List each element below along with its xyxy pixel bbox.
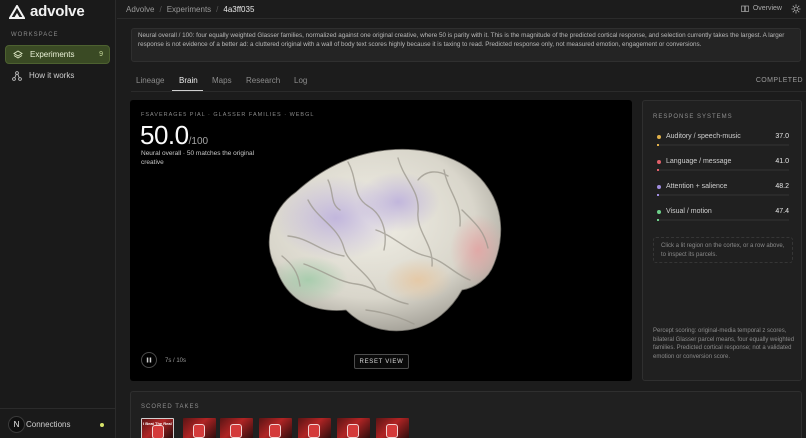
app-name: advolve [30, 3, 85, 20]
response-row-attention[interactable]: Attention + salience 48.2 [657, 183, 789, 203]
scored-takes-title: SCORED TAKES [141, 404, 200, 410]
workspace-section-label: WORKSPACE [11, 32, 59, 38]
parcel-inspect-hint: Click a lit region on the cortex, or a r… [653, 237, 793, 263]
active-tab-indicator [172, 90, 203, 91]
thumbnail-caption: I Beat The Real Th [143, 421, 173, 426]
response-bar [657, 194, 789, 196]
sidebar-footer: N Connections [0, 408, 116, 438]
scored-take-thumbnail[interactable] [183, 418, 216, 438]
tab-maps[interactable]: Maps [212, 76, 232, 85]
layers-icon [13, 49, 23, 60]
pause-icon [146, 357, 152, 363]
scored-take-thumbnail[interactable] [337, 418, 370, 438]
tab-lineage[interactable]: Lineage [136, 76, 164, 85]
sidebar-item-label: How it works [29, 71, 75, 80]
sidebar-item-label: Experiments [30, 50, 75, 59]
theme-toggle-icon[interactable] [791, 4, 801, 14]
tab-log[interactable]: Log [294, 76, 307, 85]
overview-label: Overview [752, 5, 782, 12]
breadcrumb-separator: / [159, 4, 162, 14]
response-value: 41.0 [775, 158, 789, 165]
response-bar [657, 169, 789, 171]
sidebar-item-how-it-works[interactable]: How it works [5, 66, 110, 85]
response-bar-fill [657, 144, 659, 146]
response-bar-fill [657, 194, 659, 196]
response-row-auditory[interactable]: Auditory / speech-music 37.0 [657, 133, 789, 153]
network-icon [12, 70, 22, 81]
breadcrumb-separator: / [216, 4, 219, 14]
response-bar-fill [657, 169, 659, 171]
connection-status-dot [100, 423, 104, 427]
scoring-footnote: Percept scoring: original-media temporal… [653, 328, 795, 360]
breadcrumb-advolve[interactable]: Advolve [126, 5, 154, 14]
response-bar [657, 219, 789, 221]
scored-take-thumbnail[interactable] [259, 418, 292, 438]
app-logo[interactable]: advolve [9, 3, 85, 20]
scored-take-thumbnail[interactable]: I Beat The Real Th [141, 418, 174, 438]
scored-take-thumbnail[interactable] [220, 418, 253, 438]
scored-take-thumbnail[interactable] [298, 418, 331, 438]
score-denominator: /100 [188, 136, 209, 147]
response-row-visual[interactable]: Visual / motion 47.4 [657, 208, 789, 228]
book-icon [740, 5, 749, 12]
tab-bar: Lineage Brain Maps Research Log COMPLETE… [131, 70, 806, 92]
logo-icon [9, 4, 25, 19]
response-value: 47.4 [775, 208, 789, 215]
pause-button[interactable] [141, 352, 157, 368]
scored-take-thumbnail[interactable] [376, 418, 409, 438]
scored-takes-panel: SCORED TAKES I Beat The Real Th [130, 391, 802, 438]
neural-overall-score: 50.0/100 [140, 120, 208, 151]
brain-viewer[interactable]: FSAVERAGE5 PIAL · GLASSER FAMILIES · WEB… [130, 100, 632, 381]
response-systems-panel: RESPONSE SYSTEMS Auditory / speech-music… [642, 100, 802, 381]
series-color-dot [657, 135, 661, 139]
series-color-dot [657, 160, 661, 164]
response-value: 37.0 [775, 133, 789, 140]
score-value: 50.0 [140, 120, 189, 150]
viewer-subtitle: FSAVERAGE5 PIAL · GLASSER FAMILIES · WEB… [141, 112, 315, 118]
response-label: Language / message [666, 158, 732, 165]
connections-link[interactable]: Connections [26, 420, 70, 429]
response-bar-fill [657, 219, 659, 221]
experiments-count-badge: 9 [99, 51, 103, 58]
avatar[interactable]: N [8, 416, 25, 433]
breadcrumb-experiments[interactable]: Experiments [167, 5, 211, 14]
reset-view-button[interactable]: RESET VIEW [354, 354, 409, 369]
brain-model[interactable] [248, 140, 518, 340]
response-label: Auditory / speech-music [666, 133, 741, 140]
breadcrumb: Advolve / Experiments / 4a3ff035 Overvie… [117, 0, 806, 19]
series-color-dot [657, 185, 661, 189]
overview-button[interactable]: Overview [740, 5, 782, 12]
status-badge: COMPLETED [755, 77, 803, 84]
response-label: Attention + salience [666, 183, 728, 190]
tab-research[interactable]: Research [246, 76, 280, 85]
series-color-dot [657, 210, 661, 214]
response-bar [657, 144, 789, 146]
response-row-language[interactable]: Language / message 41.0 [657, 158, 789, 178]
response-systems-title: RESPONSE SYSTEMS [653, 114, 733, 120]
tab-brain[interactable]: Brain [179, 76, 198, 85]
playback-timecode: 7s / 10s [165, 358, 187, 364]
response-value: 48.2 [775, 183, 789, 190]
score-description: Neural overall / 100: four equally weigh… [131, 28, 801, 62]
response-label: Visual / motion [666, 208, 712, 215]
breadcrumb-current-experiment: 4a3ff035 [223, 4, 255, 14]
sidebar-item-experiments[interactable]: Experiments 9 [5, 45, 110, 64]
sidebar: advolve WORKSPACE Experiments 9 How it w… [0, 0, 116, 438]
